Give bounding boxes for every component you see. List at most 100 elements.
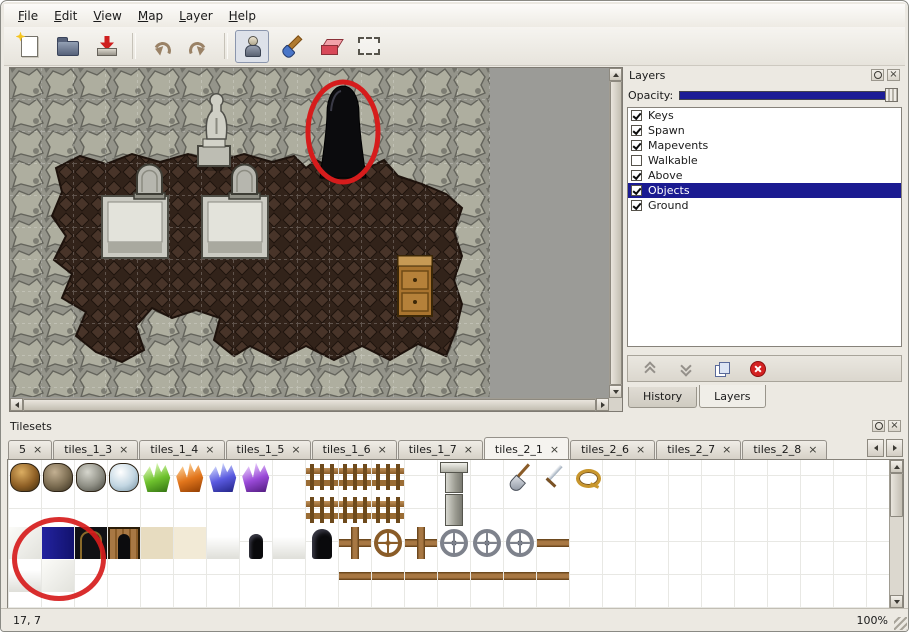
- tile-figure-small[interactable]: [240, 527, 272, 559]
- menu-item-view[interactable]: View: [85, 6, 129, 26]
- layer-row-above[interactable]: Above: [628, 168, 901, 183]
- resize-grip[interactable]: [894, 617, 907, 630]
- tab-close-icon[interactable]: ×: [722, 444, 731, 455]
- scroll-left-button[interactable]: [10, 398, 23, 411]
- scroll-down-button[interactable]: [890, 595, 903, 608]
- tile-rail-h[interactable]: [438, 560, 470, 592]
- tile-white-grad[interactable]: [9, 560, 41, 592]
- tileset-tab-tiles_2_8[interactable]: tiles_2_8×: [742, 440, 827, 459]
- tile-rail-h[interactable]: [405, 560, 437, 592]
- new-map-button[interactable]: [12, 30, 46, 63]
- tile-rail-h[interactable]: [339, 560, 371, 592]
- tile-white-soft[interactable]: [9, 527, 41, 559]
- tile-coil[interactable]: [570, 461, 602, 493]
- tile-figure-large[interactable]: [306, 527, 338, 559]
- layer-row-objects[interactable]: Objects: [628, 183, 901, 198]
- raise-layer-button[interactable]: [640, 359, 660, 379]
- layer-row-ground[interactable]: Ground: [628, 198, 901, 213]
- entity-tool-button[interactable]: [235, 30, 269, 63]
- tab-close-icon[interactable]: ×: [33, 444, 42, 455]
- menu-item-file[interactable]: File: [10, 6, 46, 26]
- tile-rock-gray[interactable]: [75, 461, 107, 493]
- tileset-area[interactable]: [7, 459, 904, 609]
- cabinet[interactable]: [398, 256, 432, 316]
- undo-button[interactable]: [143, 30, 177, 63]
- tilesets-float-button[interactable]: [872, 420, 885, 432]
- layer-row-mapevents[interactable]: Mapevents: [628, 138, 901, 153]
- tabs-scroll-right-button[interactable]: [886, 439, 903, 457]
- map-vertical-scrollbar[interactable]: [609, 68, 622, 398]
- map-canvas[interactable]: [10, 68, 609, 398]
- tab-layers[interactable]: Layers: [699, 385, 765, 408]
- tile-rail-h[interactable]: [372, 560, 404, 592]
- tile-white-soft[interactable]: [42, 560, 74, 592]
- scroll-right-button[interactable]: [596, 398, 609, 411]
- tile-shovel[interactable]: [504, 461, 536, 493]
- tile-fence[interactable]: [339, 461, 371, 493]
- tile-rail-h[interactable]: [504, 560, 536, 592]
- opacity-slider[interactable]: [679, 91, 898, 100]
- tile-door-wood[interactable]: [108, 527, 140, 559]
- tile-wheel-wood[interactable]: [372, 527, 404, 559]
- layer-checkbox-spawn[interactable]: [631, 125, 642, 136]
- menu-item-layer[interactable]: Layer: [171, 6, 220, 26]
- tile-rail-h[interactable]: [537, 527, 569, 559]
- tile-rock-umber[interactable]: [42, 461, 74, 493]
- tile-white-grad[interactable]: [207, 527, 239, 559]
- tileset-tab-tiles_1_4[interactable]: tiles_1_4×: [139, 440, 224, 459]
- tileset-tab-tiles_1_5[interactable]: tiles_1_5×: [226, 440, 311, 459]
- tile-door-dark[interactable]: [75, 527, 107, 559]
- save-map-button[interactable]: [90, 30, 124, 63]
- scroll-up-button[interactable]: [890, 460, 903, 473]
- marquee-select-tool-button[interactable]: [352, 30, 386, 63]
- menu-item-edit[interactable]: Edit: [46, 6, 85, 26]
- altar-left[interactable]: [102, 196, 168, 258]
- layer-checkbox-objects[interactable]: [631, 185, 642, 196]
- tile-wheel-metal[interactable]: [471, 527, 503, 559]
- redo-button[interactable]: [182, 30, 216, 63]
- tile-rail-cross[interactable]: [339, 527, 371, 559]
- tile-tan-light[interactable]: [174, 527, 206, 559]
- gravestone-left[interactable]: [134, 165, 165, 200]
- layer-row-keys[interactable]: Keys: [628, 108, 901, 123]
- menu-item-help[interactable]: Help: [221, 6, 264, 26]
- tileset-tab-tiles_2_7[interactable]: tiles_2_7×: [656, 440, 741, 459]
- altar-right[interactable]: [202, 196, 268, 258]
- tab-close-icon[interactable]: ×: [636, 444, 645, 455]
- tile-crystal-orange[interactable]: [174, 461, 206, 493]
- tile-sword[interactable]: [537, 461, 569, 493]
- open-map-button[interactable]: [51, 30, 85, 63]
- tile-fence[interactable]: [306, 494, 338, 526]
- layer-checkbox-keys[interactable]: [631, 110, 642, 121]
- layers-float-button[interactable]: [871, 69, 884, 81]
- tileset-tab-tiles_2_6[interactable]: tiles_2_6×: [570, 440, 655, 459]
- tileset-tab-tiles_1_7[interactable]: tiles_1_7×: [398, 440, 483, 459]
- tileset-scroll-thumb[interactable]: [890, 473, 903, 517]
- menu-item-map[interactable]: Map: [130, 6, 171, 26]
- tab-close-icon[interactable]: ×: [291, 444, 300, 455]
- tile-fence[interactable]: [372, 461, 404, 493]
- tile-crystal-green[interactable]: [141, 461, 173, 493]
- tileset-tab-5[interactable]: 5×: [8, 440, 52, 459]
- tile-fence[interactable]: [306, 461, 338, 493]
- tab-close-icon[interactable]: ×: [119, 444, 128, 455]
- vertical-scroll-thumb[interactable]: [610, 81, 622, 385]
- tile-fence[interactable]: [372, 494, 404, 526]
- tile-wheel-metal[interactable]: [504, 527, 536, 559]
- tab-close-icon[interactable]: ×: [205, 444, 214, 455]
- tile-tan[interactable]: [141, 527, 173, 559]
- eraser-tool-button[interactable]: [313, 30, 347, 63]
- scroll-up-button[interactable]: [609, 68, 622, 81]
- map-horizontal-scrollbar[interactable]: [10, 398, 609, 411]
- lower-layer-button[interactable]: [676, 359, 696, 379]
- tile-crystal-purple[interactable]: [240, 461, 272, 493]
- tile-crystal-blue[interactable]: [207, 461, 239, 493]
- tilesets-close-button[interactable]: ×: [888, 420, 901, 432]
- tile-rock-ice[interactable]: [108, 461, 140, 493]
- layer-row-spawn[interactable]: Spawn: [628, 123, 901, 138]
- tile-white-grad[interactable]: [273, 527, 305, 559]
- opacity-slider-handle[interactable]: [885, 88, 898, 102]
- horizontal-scroll-thumb[interactable]: [23, 399, 596, 411]
- tileset-tab-tiles_1_3[interactable]: tiles_1_3×: [53, 440, 138, 459]
- tab-close-icon[interactable]: ×: [550, 444, 559, 455]
